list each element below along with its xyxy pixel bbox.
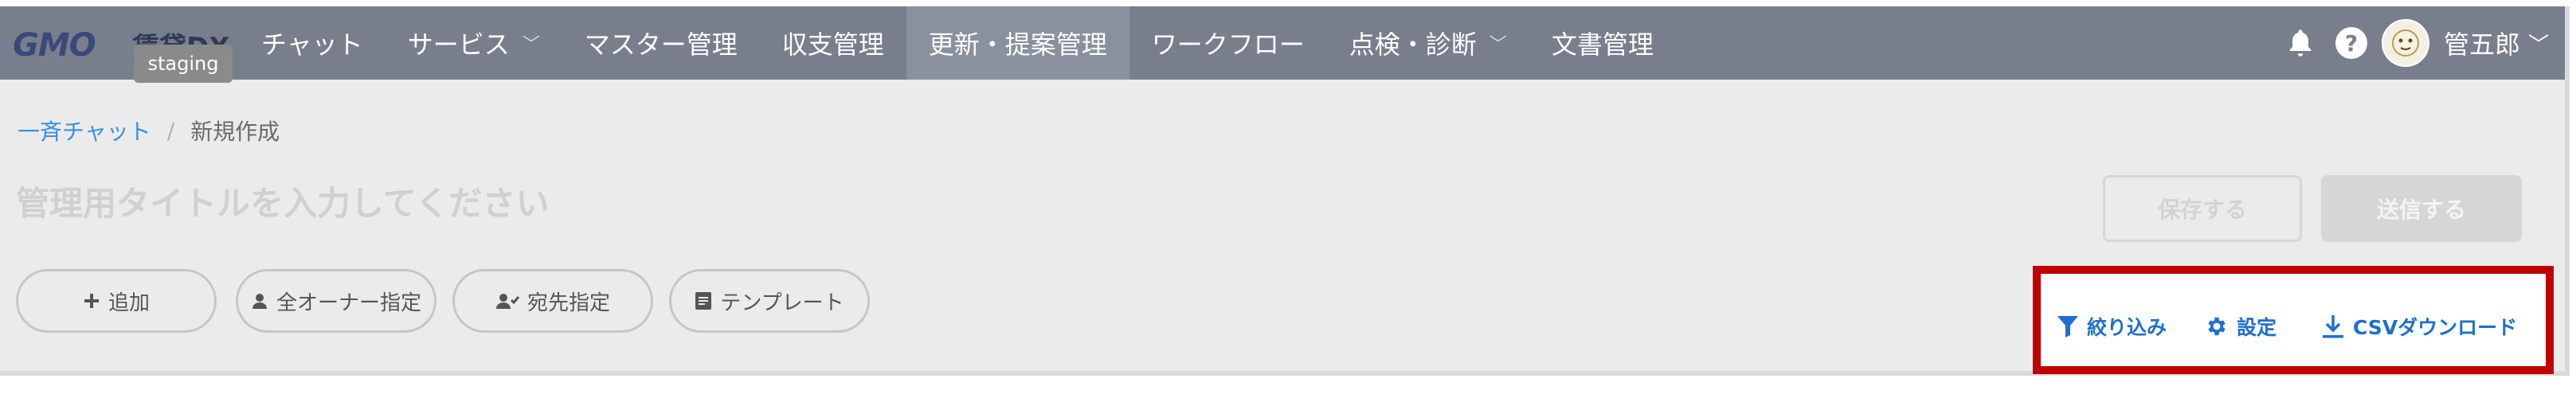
all-owners-button[interactable]: 全オーナー指定 [236,269,437,333]
breadcrumb-separator: / [166,117,175,144]
csv-download-button[interactable]: CSVダウンロード [2321,312,2517,341]
nav-item-label: ワークフロー [1151,29,1305,60]
recipients-label: 宛先指定 [527,291,610,315]
nav-item-label: サービス [407,29,510,60]
nav-item-label: 更新・提案管理 [928,29,1107,60]
plus-icon [84,294,99,308]
add-button[interactable]: 追加 [16,269,217,333]
chevron-down-icon[interactable]: ﹀ [2528,29,2549,58]
breadcrumb-current: 新規作成 [190,119,280,145]
bell-icon[interactable] [2284,27,2316,59]
nav-item-label: マスター管理 [584,29,738,60]
nav-item-renewal[interactable]: 更新・提案管理 [906,6,1129,80]
avatar[interactable] [2381,19,2429,67]
tool-group-highlight: 絞り込み 設定 CSVダウンロード [2033,266,2554,374]
recipients-button[interactable]: 宛先指定 [452,269,653,333]
breadcrumb: 一斉チャット / 新規作成 [18,115,280,146]
download-icon [2323,315,2343,338]
save-button[interactable]: 保存する [2103,175,2302,242]
nav-item-inspection[interactable]: 点検・診断 ﹀ [1327,6,1529,80]
filter-button[interactable]: 絞り込み [2057,312,2167,341]
nav-item-chat[interactable]: チャット [239,6,386,80]
environment-badge: staging [134,45,233,83]
nav-item-label: 文書管理 [1551,29,1654,60]
all-owners-label: 全オーナー指定 [276,291,421,315]
help-icon[interactable]: ? [2335,27,2367,59]
send-button[interactable]: 送信する [2321,175,2522,242]
user-name[interactable]: 管五郎 [2444,25,2520,61]
settings-label: 設定 [2237,316,2277,339]
add-button-label: 追加 [108,291,150,315]
csv-download-label: CSVダウンロード [2353,316,2518,339]
nav-item-services[interactable]: サービス ﹀ [386,6,562,80]
user-check-icon [495,294,519,309]
nav-item-label: 収支管理 [781,29,884,60]
user-icon [252,294,267,309]
nav-item-documents[interactable]: 文書管理 [1529,6,1676,80]
breadcrumb-parent-link[interactable]: 一斉チャット [18,115,151,146]
filter-label: 絞り込み [2087,316,2167,339]
settings-button[interactable]: 設定 [2205,312,2277,341]
avatar-face-icon [2391,29,2419,57]
app-window: GMO 賃貸DX staging チャット サービス ﹀ マスター管理 収支管理… [0,6,2570,376]
nav-item-label: チャット [261,29,363,60]
main-nav: チャット サービス ﹀ マスター管理 収支管理 更新・提案管理 ワークフロー 点… [239,6,1676,80]
template-button[interactable]: テンプレート [669,269,870,333]
brand-logo[interactable]: GMO 賃貸DX staging [8,14,233,83]
brand-gmo: GMO [13,27,96,64]
document-icon [695,292,712,310]
top-navigation-bar: GMO 賃貸DX staging チャット サービス ﹀ マスター管理 収支管理… [0,6,2565,83]
nav-item-label: 点検・診断 [1349,29,1477,60]
chevron-down-icon: ﹀ [1489,35,1507,55]
chevron-down-icon: ﹀ [522,35,540,55]
nav-item-income[interactable]: 収支管理 [760,6,906,80]
title-input[interactable] [16,175,1131,231]
nav-item-workflow[interactable]: ワークフロー [1129,6,1327,80]
nav-item-master[interactable]: マスター管理 [562,6,760,80]
header-right-tools: ? 管五郎 ﹀ [2284,6,2549,80]
template-label: テンプレート [720,291,844,315]
filter-icon [2057,316,2078,338]
gear-icon [2208,317,2226,336]
